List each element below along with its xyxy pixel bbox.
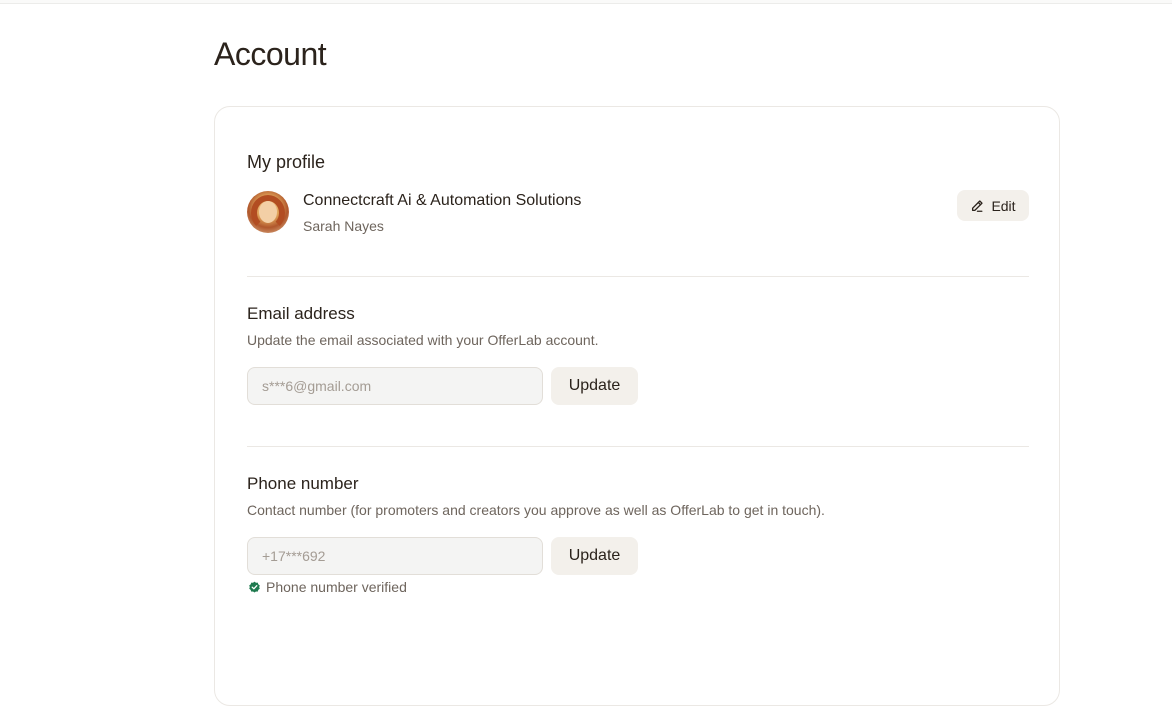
phone-input[interactable] [247,537,543,575]
pencil-icon [970,199,984,213]
phone-verified-text: Phone number verified [266,579,407,595]
account-card: My profile Connectcraft Ai & Automation … [214,106,1060,706]
update-email-button[interactable]: Update [551,367,638,405]
avatar [247,191,289,233]
divider [247,446,1029,447]
phone-description: Contact number (for promoters and creato… [247,502,825,518]
profile-company-name: Connectcraft Ai & Automation Solutions [303,192,582,209]
divider [247,276,1029,277]
email-input[interactable] [247,367,543,405]
profile-user-name: Sarah Nayes [303,218,384,234]
profile-section-title: My profile [247,152,326,172]
update-phone-button[interactable]: Update [551,537,638,575]
page-title: Account [214,36,327,72]
top-bar [0,0,1172,4]
edit-profile-button[interactable]: Edit [957,190,1029,221]
verified-badge-icon [248,581,261,594]
phone-verified-status: Phone number verified [248,579,407,595]
email-description: Update the email associated with your Of… [247,332,599,348]
email-section-title: Email address [247,304,355,323]
edit-button-label: Edit [991,197,1016,214]
phone-section-title: Phone number [247,474,359,493]
